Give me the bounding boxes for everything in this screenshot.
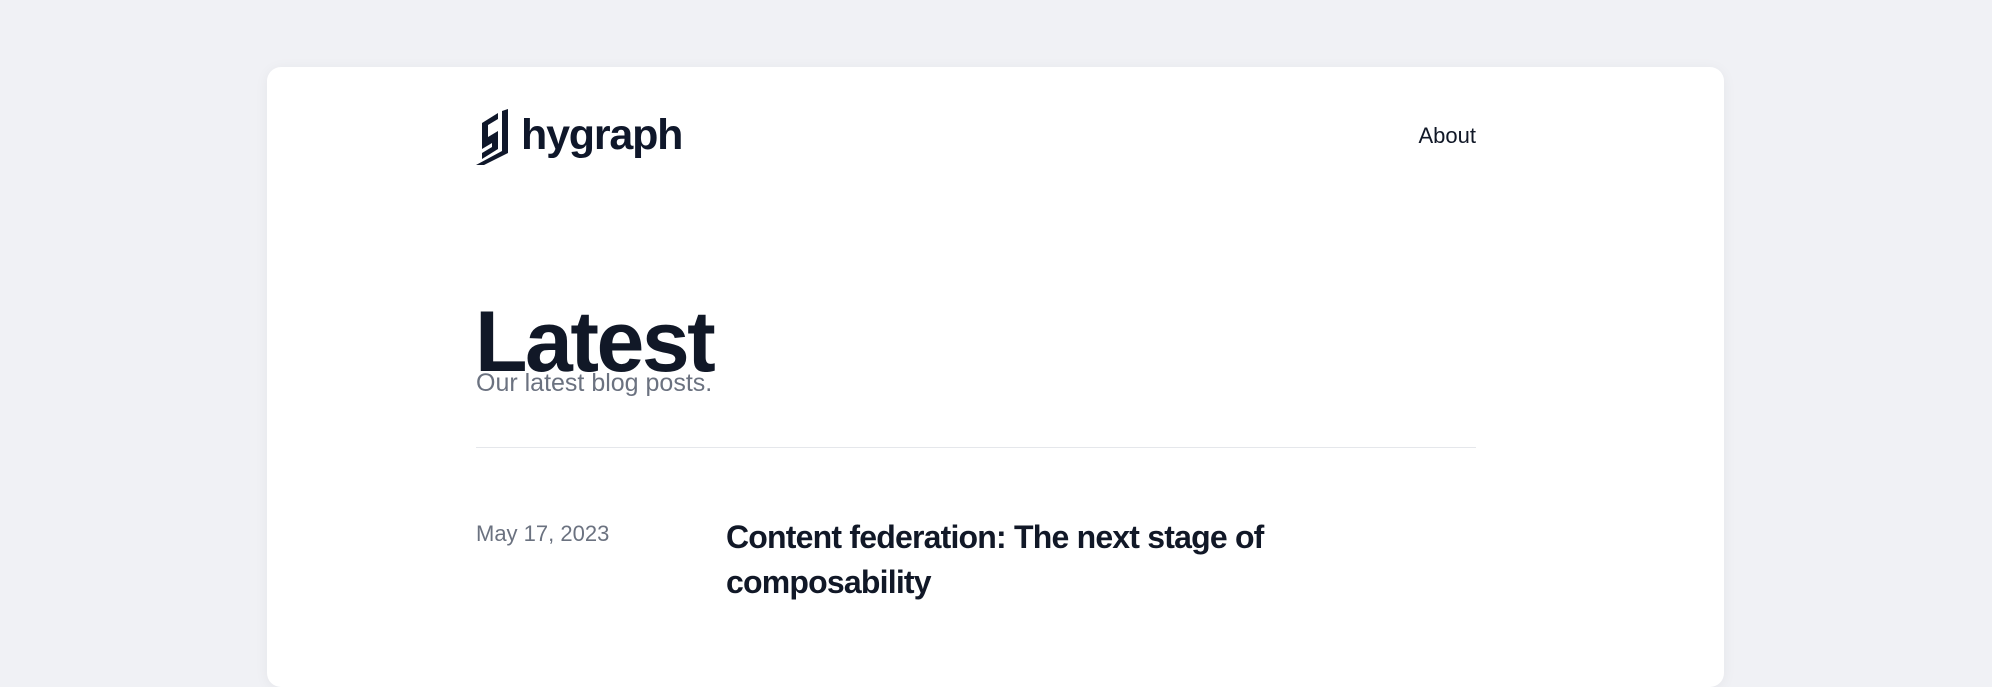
- logo-wordmark: hygraph: [521, 110, 683, 159]
- hygraph-logo-icon: [476, 109, 508, 165]
- nav-about-link[interactable]: About: [1419, 123, 1477, 149]
- logo-link[interactable]: hygraph: [476, 107, 683, 167]
- page-subtitle: Our latest blog posts.: [476, 369, 713, 397]
- divider: [476, 447, 1476, 448]
- site-header: hygraph About: [476, 107, 1476, 167]
- content-card: hygraph About Latest Our latest blog pos…: [267, 67, 1724, 687]
- post-date: May 17, 2023: [476, 521, 610, 546]
- post-title-link[interactable]: Content federation: The next stage of co…: [726, 515, 1326, 605]
